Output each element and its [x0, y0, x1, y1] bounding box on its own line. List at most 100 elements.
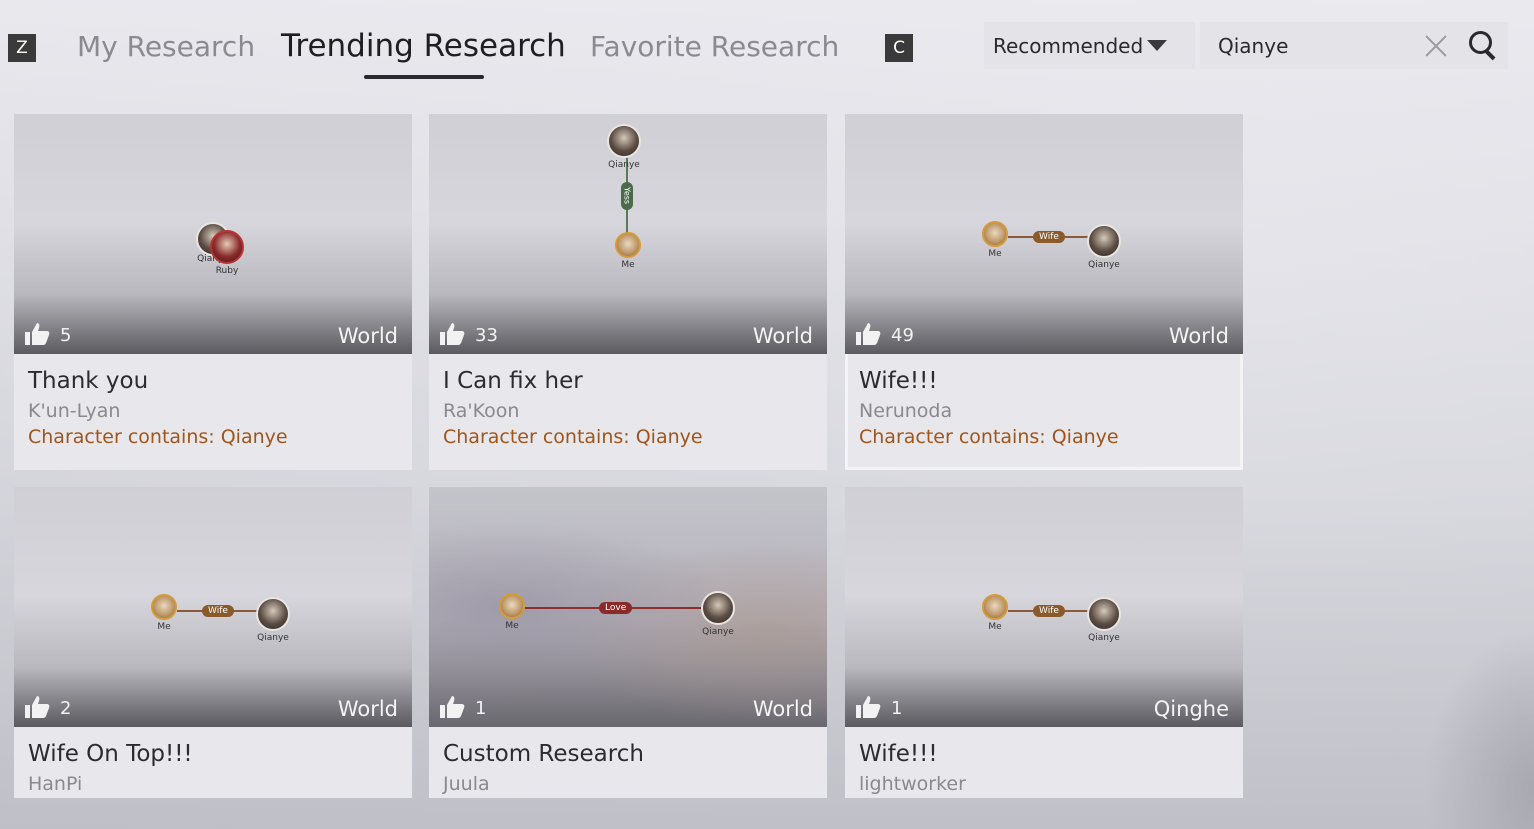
graph-node: Qianye [701, 591, 735, 637]
region-label: World [1168, 324, 1229, 348]
character-avatar [982, 594, 1008, 620]
research-card[interactable]: Yess Qianye Me 33 World I Can fix her Ra… [429, 114, 827, 470]
node-name: Me [988, 249, 1002, 259]
character-avatar [1087, 224, 1121, 258]
node-name: Qianye [1088, 260, 1120, 270]
character-avatar [1087, 597, 1121, 631]
graph-node: Me [982, 594, 1008, 632]
card-title: Wife On Top!!! [28, 741, 193, 767]
relation-label: Yess [621, 182, 633, 210]
node-name: Qianye [608, 160, 640, 170]
like-button[interactable]: 5 [24, 322, 71, 346]
like-count: 5 [60, 325, 72, 346]
clear-icon[interactable] [1424, 34, 1448, 58]
relation-label: Wife [1033, 605, 1065, 617]
chevron-down-icon [1147, 40, 1168, 51]
character-avatar [210, 230, 244, 264]
graph-node: Qianye [1087, 224, 1121, 270]
region-label: World [752, 324, 813, 348]
research-card[interactable]: Wife Me Qianye 1 Qinghe Wife!!! lightwor… [845, 487, 1243, 798]
prev-tab-key-hint[interactable]: Z [8, 34, 36, 62]
research-card[interactable]: Wife Me Qianye 49 World Wife!!! Nerunoda… [845, 114, 1243, 470]
node-name: Qianye [1088, 633, 1120, 643]
card-info: Wife!!! Nerunoda Character contains: Qia… [845, 354, 1243, 470]
character-avatar [151, 594, 177, 620]
research-card[interactable]: Love Me Qianye 1 World Custom Research J… [429, 487, 827, 798]
card-author: Nerunoda [859, 400, 953, 422]
graph-node: Qianye [607, 124, 641, 170]
search-icon[interactable] [1468, 30, 1498, 61]
relation-label: Love [599, 602, 633, 614]
card-title: Custom Research [443, 741, 644, 767]
graph-node: Me [615, 232, 641, 270]
character-avatar [701, 591, 735, 625]
research-card[interactable]: Qianye Ruby 5 World Thank you K'un-Lyan … [14, 114, 412, 470]
next-tab-key-hint[interactable]: C [885, 34, 913, 62]
card-info: Wife On Top!!! HanPi [14, 727, 412, 798]
active-tab-underline [364, 75, 484, 79]
card-author: Ra'Koon [443, 400, 520, 422]
like-button[interactable]: 49 [855, 322, 914, 346]
tab-trending-research[interactable]: Trending Research [281, 28, 566, 64]
like-count: 1 [891, 698, 903, 719]
region-label: World [752, 697, 813, 721]
thumbs-up-icon [25, 696, 50, 718]
graph-node: Me [151, 594, 177, 632]
thumbs-up-icon [856, 696, 881, 718]
card-info: I Can fix her Ra'Koon Character contains… [429, 354, 827, 470]
like-count: 49 [891, 325, 914, 346]
thumbs-up-icon [856, 323, 881, 345]
sort-dropdown[interactable]: Recommended [984, 22, 1195, 69]
character-avatar [256, 597, 290, 631]
like-count: 33 [475, 325, 498, 346]
tab-my-research[interactable]: My Research [77, 30, 255, 63]
like-button[interactable]: 33 [439, 322, 498, 346]
card-thumbnail: Wife Me Qianye 2 World [14, 487, 412, 727]
card-filter-match: Character contains: Qianye [28, 426, 288, 448]
region-label: World [337, 324, 398, 348]
like-button[interactable]: 2 [24, 695, 71, 719]
card-info: Custom Research Juula [429, 727, 827, 798]
node-name: Qianye [702, 627, 734, 637]
card-info: Wife!!! lightworker [845, 727, 1243, 798]
thumbs-up-icon [25, 323, 50, 345]
card-thumbnail: Yess Qianye Me 33 World [429, 114, 827, 354]
thumbs-up-icon [440, 323, 465, 345]
graph-node: Me [982, 221, 1008, 259]
card-author: Juula [443, 773, 490, 795]
search-input[interactable]: Qianye [1218, 34, 1418, 58]
node-name: Ruby [215, 266, 239, 276]
character-avatar [499, 593, 525, 619]
search-field[interactable]: Qianye [1200, 22, 1508, 69]
node-name: Me [621, 260, 635, 270]
node-name: Me [988, 622, 1002, 632]
relation-label: Wife [202, 605, 234, 617]
like-count: 1 [475, 698, 487, 719]
character-avatar [615, 232, 641, 258]
node-name: Me [157, 622, 171, 632]
like-button[interactable]: 1 [439, 695, 486, 719]
card-thumbnail: Love Me Qianye 1 World [429, 487, 827, 727]
card-thumbnail: Wife Me Qianye 49 World [845, 114, 1243, 354]
card-filter-match: Character contains: Qianye [443, 426, 703, 448]
card-author: HanPi [28, 773, 83, 795]
card-author: lightworker [859, 773, 966, 795]
graph-node: Me [499, 593, 525, 631]
thumbs-up-icon [440, 696, 465, 718]
region-label: Qinghe [1153, 697, 1229, 721]
character-avatar [982, 221, 1008, 247]
graph-node: Qianye [256, 597, 290, 643]
tab-favorite-research[interactable]: Favorite Research [590, 30, 839, 63]
graph-node: Qianye [1087, 597, 1121, 643]
research-card[interactable]: Wife Me Qianye 2 World Wife On Top!!! Ha… [14, 487, 412, 798]
region-label: World [337, 697, 398, 721]
sort-dropdown-value: Recommended [993, 33, 1144, 58]
like-count: 2 [60, 698, 72, 719]
card-title: I Can fix her [443, 368, 583, 394]
card-thumbnail: Qianye Ruby 5 World [14, 114, 412, 354]
like-button[interactable]: 1 [855, 695, 902, 719]
card-info: Thank you K'un-Lyan Character contains: … [14, 354, 412, 470]
card-author: K'un-Lyan [28, 400, 121, 422]
relation-label: Wife [1033, 231, 1065, 243]
card-title: Wife!!! [859, 741, 938, 767]
